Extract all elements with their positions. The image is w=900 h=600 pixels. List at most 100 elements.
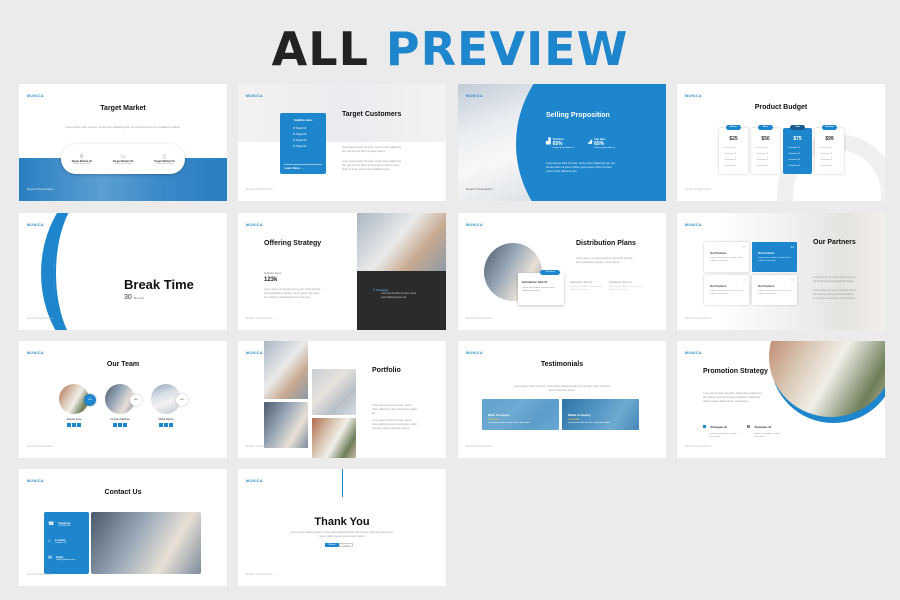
- slide-title: Our Partners: [813, 239, 856, 246]
- strategy-item: Strategies 01 Lorem ipsum dolor sit amet…: [703, 415, 741, 439]
- slide-title: Promotion Strategy: [703, 368, 768, 375]
- brand-logo: MUNICA: [27, 94, 44, 98]
- partner-card[interactable]: 03 Our Partners Lorem ipsum dolor sit am…: [704, 275, 749, 305]
- plan-price: $50: [761, 136, 770, 142]
- slide-product-budget[interactable]: MUNICA Product Budget Bronze $25 • Featu…: [677, 84, 885, 201]
- slide-selling-proposition[interactable]: MUNICA Selling Proposition ▟ Text Here 6…: [458, 84, 666, 201]
- slide-footer: Report Presentation: [246, 444, 273, 448]
- slide-our-partners[interactable]: MUNICA 01 Our Partners Lorem ipsum dolor…: [677, 213, 885, 330]
- plan-item: Distribution Plan 02 Lorem ipsum dolor s…: [570, 281, 606, 292]
- vertical-accent-line: [342, 469, 343, 497]
- brand-logo: MUNICA: [246, 223, 263, 227]
- plan-name-badge: Bronze: [726, 125, 741, 130]
- slide-footer: Report Presentation: [466, 187, 493, 191]
- slide-distribution-plans[interactable]: MUNICA Distribution Plan 01 Lorem ipsum …: [458, 213, 666, 330]
- slide-our-team[interactable]: MUNICA Our Team CEO Jessica Jane CEO Cri…: [19, 341, 227, 458]
- linkedin-icon[interactable]: [77, 423, 81, 427]
- testimonial-card[interactable]: Mark Company ★★★★★ Lorem ipsum dolor sit…: [482, 399, 559, 430]
- plan-label: Distribution Plan 01: [522, 281, 548, 284]
- feature-item: • Features 04: [756, 165, 768, 167]
- slide-footer: Report Presentation: [246, 572, 273, 576]
- twitter-icon[interactable]: [118, 423, 122, 427]
- brand-logo: MUNICA: [27, 479, 44, 483]
- team-photo: [91, 512, 201, 574]
- partner-text: Lorem ipsum dolor sit amet, lacus nullac…: [710, 257, 743, 263]
- slide-body: Lorem Ipsum is simply dummy text of the …: [576, 257, 633, 264]
- phone-icon: ☎: [48, 521, 55, 527]
- pricing-card[interactable]: Platinum $99 • Features 01 • Features 02 •…: [815, 125, 844, 174]
- check-list: ☑ Target 01 ☑ Target 02 ☑ Target 03 ☑ Ta…: [293, 126, 326, 150]
- slide-promotion-strategy[interactable]: MUNICA Promotion Strategy Lorem ipsum do…: [677, 341, 885, 458]
- plan-price: $25: [729, 136, 738, 142]
- plan-label: Distribution Plan 02: [570, 281, 593, 284]
- square-bullet-icon: [703, 425, 706, 428]
- twitter-icon[interactable]: [164, 423, 168, 427]
- stats-row: ▟ Text Here 65% Lorem ipsum dolor sit ◢ …: [546, 138, 615, 149]
- slide-body: Lorem ipsum dolor sit amet, consectetur …: [703, 392, 762, 403]
- panel-title: Strategy: [376, 288, 389, 292]
- slide-portfolio[interactable]: MUNICA Portfolio Lorem ipsum dolor sit a…: [238, 341, 446, 458]
- pricing-card[interactable]: Gold $75 • Features 01 • Features 02 • Fea…: [783, 125, 812, 174]
- linkedin-icon[interactable]: [123, 423, 127, 427]
- facebook-icon[interactable]: [67, 423, 71, 427]
- subtitle: Subtitle Here: [264, 271, 282, 275]
- plan-label: Distribution Plan 03: [609, 281, 632, 284]
- plan-text: Lorem ipsum dolor sit amet, lacus nullac…: [522, 287, 555, 293]
- location-icon: ⌂: [48, 538, 52, 544]
- slide-target-customers[interactable]: MUNICA Subtitle Here ☑ Target 01 ☑ Targe…: [238, 84, 446, 201]
- linkedin-icon[interactable]: [169, 423, 173, 427]
- partner-card[interactable]: 01 Our Partners Lorem ipsum dolor sit am…: [704, 242, 749, 272]
- slide-body-1: Lorem Ipsum is simply dummy text of the …: [813, 276, 856, 283]
- slide-testimonials[interactable]: MUNICA Testimonials Lorem ipsum dolor si…: [458, 341, 666, 458]
- pricing-card[interactable]: Silver $50 • Features 01 • Features 02 • F…: [751, 125, 780, 174]
- team-member: CEO Jessica Jane: [59, 384, 96, 427]
- brand-logo: MUNICA: [685, 94, 702, 98]
- slide-footer: Report Presentation: [685, 187, 712, 191]
- website-button[interactable]: Website: [325, 543, 339, 547]
- slide-contact-us[interactable]: MUNICA Contact Us ☎ Telephone 010-800-00…: [19, 469, 227, 586]
- contact-item: ⌂ Location London, UK: [48, 538, 67, 544]
- target-item: ▯ Target Market 03 Lorem ipsum dolor: [154, 154, 174, 165]
- strategy-text: Lorem ipsum dolor sit amet, lacus nulla: [754, 433, 781, 439]
- slide-title: Portfolio: [372, 367, 401, 374]
- slide-offering-strategy[interactable]: ⛉ Strategy Lorem ipsum dolor sit amet, c…: [238, 213, 446, 330]
- slide-break-time[interactable]: MUNICA Break Time 30 Minutes Report Pres…: [19, 213, 227, 330]
- partner-card[interactable]: 04 Our Partners Lorem ipsum dolor sit am…: [752, 275, 797, 305]
- slide-thank-you[interactable]: MUNICA Thank You Lorem ipsum dolor sit a…: [238, 469, 446, 586]
- pricing-card[interactable]: Bronze $25 • Features 01 • Features 02 • F…: [719, 125, 748, 174]
- testimonial-text: Lorem ipsum dolor sit amet, conse ctetur…: [568, 422, 610, 424]
- slide-footer: Report Presentation: [466, 444, 493, 448]
- partner-label: Our Partners: [758, 285, 775, 288]
- team-member: CEO Maria Dayes: [151, 384, 188, 427]
- partner-number: 01: [742, 245, 746, 249]
- slide-body: Lorem ipsum dolor sit amet, conse ctetur…: [290, 531, 394, 538]
- partner-card[interactable]: 02 Our Partners Lorem ipsum dolor sit am…: [752, 242, 797, 272]
- facebook-icon[interactable]: [159, 423, 163, 427]
- slide-footer: Report Presentation: [27, 316, 54, 320]
- twitter-icon[interactable]: [72, 423, 76, 427]
- contact-button[interactable]: Contact: [339, 543, 353, 547]
- slide-target-market[interactable]: MUNICA Target Market Lorem ipsum dolor s…: [19, 84, 227, 201]
- contact-value: 010-800-000: [58, 524, 71, 527]
- testimonial-card[interactable]: Nikita Company ★★★★★ Lorem ipsum dolor s…: [562, 399, 639, 430]
- slide-title: Target Market: [100, 105, 146, 112]
- item-text: Lorem ipsum dolor: [155, 162, 174, 165]
- slide-title: Offering Strategy: [264, 240, 322, 247]
- brand-logo: MUNICA: [246, 351, 263, 355]
- target-item: ▭ Target Market 02 Lorem ipsum dolor: [113, 154, 133, 165]
- brand-logo: MUNICA: [466, 223, 483, 227]
- stat-item: ◢ Text Here 65% Lorem ipsum dolor sit: [588, 138, 616, 149]
- email-icon: ✉: [48, 555, 53, 561]
- brand-logo: MUNICA: [685, 223, 702, 227]
- portfolio-photo-4: [312, 418, 356, 458]
- learn-more-link[interactable]: Learn More →: [284, 166, 304, 170]
- plan-name-badge: Gold: [790, 125, 805, 130]
- facebook-icon[interactable]: [113, 423, 117, 427]
- subtitle-card: Subtitle Here ☑ Target 01 ☑ Target 02 ☑ …: [280, 113, 326, 174]
- slide-title: Product Budget: [754, 104, 808, 111]
- item-text: Lorem ipsum dolor: [113, 162, 133, 165]
- partner-label: Our Partners: [710, 252, 727, 255]
- slide-title: Our Team: [106, 361, 140, 368]
- slide-footer: Report Presentation: [246, 187, 273, 191]
- square-bullet-icon: [747, 425, 750, 428]
